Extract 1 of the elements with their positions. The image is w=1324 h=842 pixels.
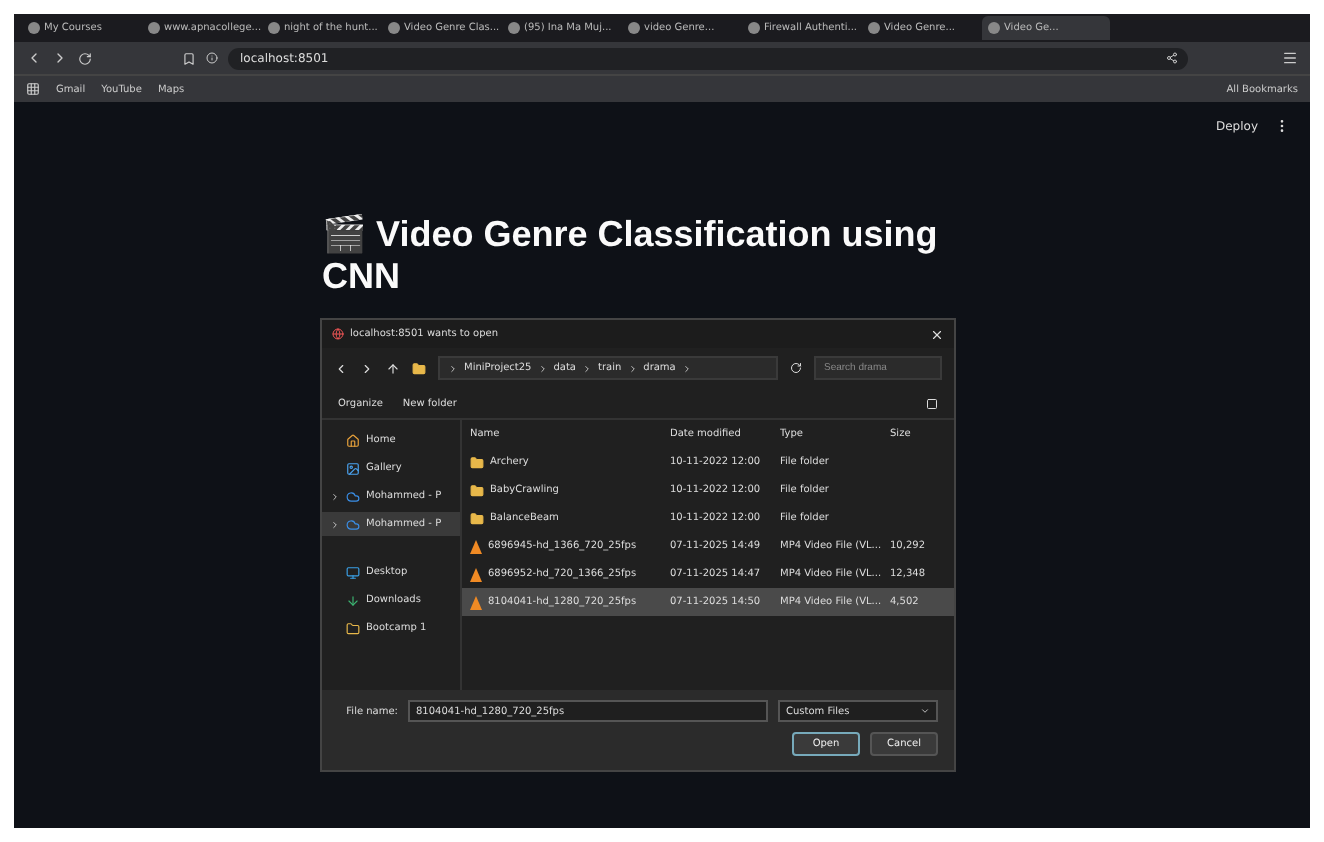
page-title: 🎬 Video Genre Classification using CNN xyxy=(322,214,940,298)
